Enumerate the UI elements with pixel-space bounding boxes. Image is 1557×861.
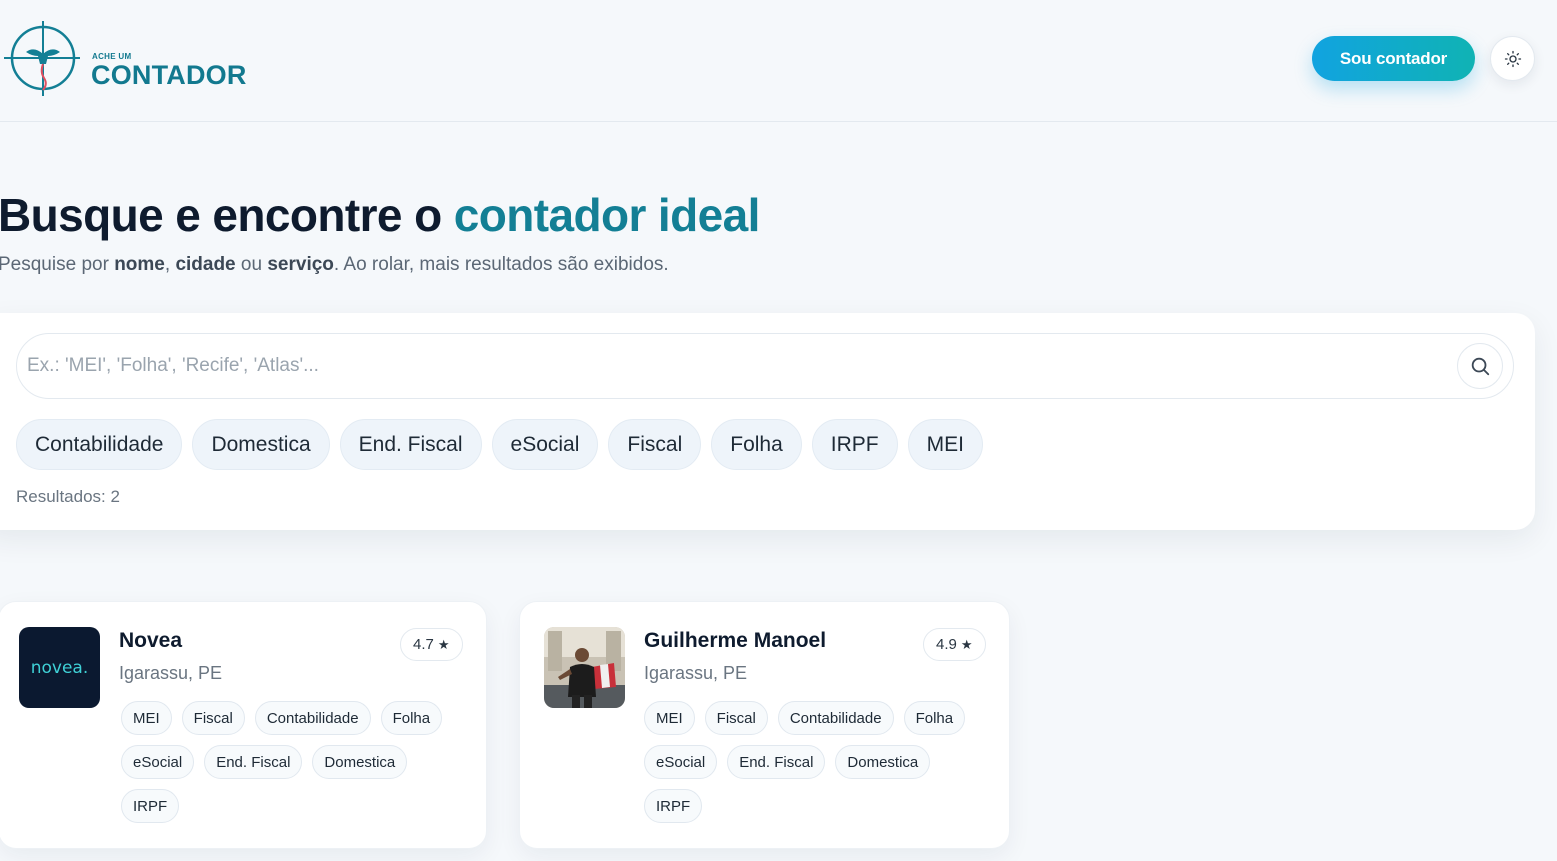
page-title: Busque e encontre o contador ideal	[0, 188, 760, 242]
chip-fiscal[interactable]: Fiscal	[608, 419, 702, 470]
card-name[interactable]: Guilherme Manoel	[644, 629, 826, 653]
title-accent: contador ideal	[453, 189, 761, 241]
tag: eSocial	[121, 745, 195, 779]
tag: eSocial	[644, 745, 718, 779]
tag: IRPF	[121, 789, 180, 823]
chip-folha[interactable]: Folha	[711, 419, 802, 470]
site-logo[interactable]: ACHE UM CONTADOR	[4, 20, 274, 100]
sun-icon	[1504, 50, 1521, 67]
tag: Fiscal	[181, 701, 245, 735]
search-icon	[1471, 357, 1490, 376]
tag: IRPF	[644, 789, 703, 823]
avatar-logo-text: novea.	[30, 657, 89, 678]
tag: Contabilidade	[254, 701, 371, 735]
top-header: ACHE UM CONTADOR Sou contador	[0, 0, 1557, 122]
tag: MEI	[121, 701, 172, 735]
chip-domestica[interactable]: Domestica	[192, 419, 330, 470]
person-photo-icon	[544, 627, 625, 708]
chip-esocial[interactable]: eSocial	[491, 419, 599, 470]
logo-wordmark: CONTADOR	[91, 60, 247, 90]
card-city: Igarassu, PE	[119, 663, 223, 683]
search-card: Contabilidade Domestica End. Fiscal eSoc…	[0, 313, 1535, 530]
page-subtitle: Pesquise por nome, cidade ou serviço. Ao…	[0, 254, 669, 276]
sou-contador-button[interactable]: Sou contador	[1312, 36, 1475, 81]
star-icon: ★	[960, 636, 973, 652]
rating-badge: 4.7 ★	[400, 628, 463, 661]
chip-contabilidade[interactable]: Contabilidade	[16, 419, 183, 470]
search-button[interactable]	[1457, 343, 1503, 389]
subtitle-comma: ,	[164, 254, 171, 275]
subtitle-suffix: . Ao rolar, mais resultados são exibidos…	[333, 254, 669, 275]
card-name[interactable]: Novea	[119, 629, 182, 653]
subtitle-ou: ou	[240, 254, 263, 275]
rating-value: 4.7	[413, 636, 434, 653]
tag: Folha	[903, 701, 966, 735]
subtitle-nome: nome	[114, 254, 165, 275]
search-box	[16, 333, 1514, 399]
service-tags: MEI Fiscal Contabilidade Folha eSocial E…	[121, 701, 471, 823]
search-input[interactable]	[27, 346, 1427, 386]
result-card-guilherme-manoel[interactable]: Guilherme Manoel Igarassu, PE 4.9 ★ MEI …	[519, 601, 1010, 849]
tag: MEI	[644, 701, 695, 735]
service-tags: MEI Fiscal Contabilidade Folha eSocial E…	[644, 701, 994, 823]
rating-value: 4.9	[936, 636, 957, 653]
tag: Domestica	[835, 745, 931, 779]
tag: Folha	[380, 701, 443, 735]
subtitle-cidade: cidade	[175, 254, 236, 275]
chip-irpf[interactable]: IRPF	[811, 419, 898, 470]
tag: End. Fiscal	[727, 745, 826, 779]
theme-toggle-button[interactable]	[1490, 36, 1535, 81]
tag: Domestica	[312, 745, 408, 779]
avatar: novea.	[19, 627, 100, 708]
card-city: Igarassu, PE	[644, 663, 748, 683]
subtitle-prefix: Pesquise por	[0, 254, 109, 275]
chip-end-fiscal[interactable]: End. Fiscal	[339, 419, 482, 470]
subtitle-servico: serviço	[267, 254, 334, 275]
star-icon: ★	[437, 636, 450, 652]
tag: End. Fiscal	[204, 745, 303, 779]
avatar-photo	[544, 627, 625, 708]
crosshair-logo-icon	[4, 21, 80, 96]
tag: Fiscal	[704, 701, 768, 735]
results-count: Resultados: 2	[16, 487, 120, 506]
title-main: Busque e encontre o	[0, 189, 442, 241]
chip-mei[interactable]: MEI	[907, 419, 983, 470]
result-card-novea[interactable]: novea. Novea Igarassu, PE 4.7 ★ MEI Fisc…	[0, 601, 487, 849]
filter-chips: Contabilidade Domestica End. Fiscal eSoc…	[16, 419, 983, 470]
tag: Contabilidade	[777, 701, 894, 735]
rating-badge: 4.9 ★	[923, 628, 986, 661]
